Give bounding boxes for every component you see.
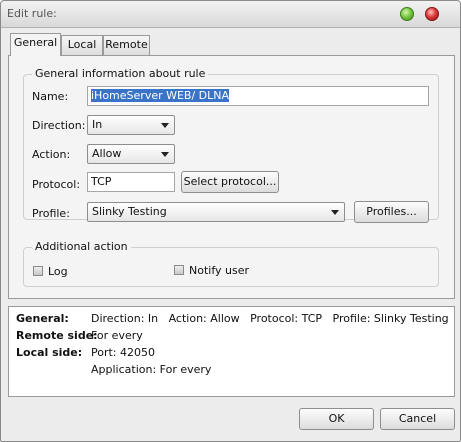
maximize-icon[interactable] — [400, 7, 414, 21]
name-field[interactable]: iHomeServer WEB/ DLNA — [87, 86, 429, 106]
summary-general-key: General: — [16, 312, 69, 325]
profile-select[interactable]: Slinky Testing — [87, 202, 345, 222]
action-label: Action: — [32, 148, 71, 161]
notify-user-checkbox[interactable] — [174, 265, 184, 275]
direction-select[interactable]: In — [87, 115, 175, 135]
summary-remote-key: Remote side: — [16, 329, 98, 342]
window-title: Edit rule: — [7, 7, 57, 20]
protocol-value: TCP — [91, 175, 112, 188]
profile-label: Profile: — [32, 207, 70, 220]
select-protocol-button[interactable]: Select protocol... — [181, 171, 279, 193]
chevron-down-icon — [161, 123, 169, 128]
direction-label: Direction: — [32, 119, 86, 132]
action-select[interactable]: Allow — [87, 144, 175, 164]
tab-local[interactable]: Local — [61, 35, 103, 55]
additional-action-group: Additional action Log Notify user — [23, 240, 439, 287]
name-field-value: iHomeServer WEB/ DLNA — [91, 89, 230, 102]
profile-value: Slinky Testing — [92, 205, 167, 218]
name-label: Name: — [32, 90, 69, 103]
direction-value: In — [92, 118, 103, 131]
protocol-label: Protocol: — [32, 178, 81, 191]
notify-user-label[interactable]: Notify user — [189, 264, 249, 277]
summary-local-key: Local side: — [16, 346, 83, 359]
edit-rule-dialog: Edit rule: General Local Remote General … — [0, 0, 461, 442]
additional-action-legend: Additional action — [32, 240, 131, 253]
cancel-button[interactable]: Cancel — [380, 408, 455, 430]
title-bar[interactable]: Edit rule: — [1, 1, 460, 28]
log-label[interactable]: Log — [48, 265, 68, 278]
action-value: Allow — [92, 147, 122, 160]
log-checkbox[interactable] — [33, 266, 43, 276]
general-info-legend: General information about rule — [32, 67, 209, 80]
general-info-group: General information about rule Name: iHo… — [23, 67, 439, 223]
tab-remote[interactable]: Remote — [103, 35, 150, 55]
summary-general-value: Direction: In Action: Allow Protocol: TC… — [91, 312, 449, 325]
close-icon[interactable] — [425, 7, 439, 21]
tab-general[interactable]: General — [10, 33, 61, 56]
summary-remote-value: For every — [91, 329, 143, 342]
chevron-down-icon — [161, 152, 169, 157]
ok-button[interactable]: OK — [299, 408, 374, 430]
summary-local-application: Application: For every — [91, 363, 212, 376]
general-tab-panel: General information about rule Name: iHo… — [8, 55, 455, 299]
profiles-button[interactable]: Profiles... — [354, 201, 429, 223]
chevron-down-icon — [331, 210, 339, 215]
protocol-field[interactable]: TCP — [87, 172, 175, 192]
rule-summary-panel: General: Direction: In Action: Allow Pro… — [8, 306, 455, 397]
summary-local-port: Port: 42050 — [91, 346, 156, 359]
